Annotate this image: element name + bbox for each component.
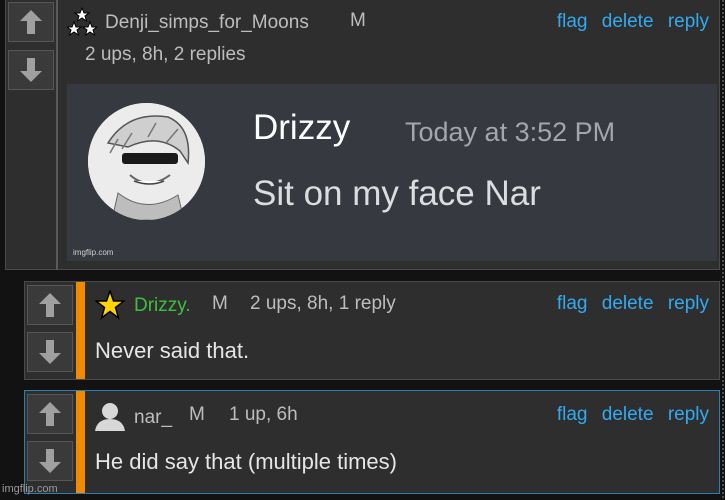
downvote-button[interactable] xyxy=(27,332,73,372)
gender-badge: M xyxy=(350,10,366,31)
scrollbar-track[interactable] xyxy=(722,0,724,500)
embedded-image[interactable]: Drizzy Today at 3:52 PM Sit on my face N… xyxy=(67,84,717,261)
user-silhouette-icon[interactable] xyxy=(93,400,127,432)
footer-watermark: imgflip.com xyxy=(2,483,58,495)
embed-avatar xyxy=(88,103,205,220)
comment-username[interactable]: nar_ xyxy=(134,407,172,429)
reply-link[interactable]: reply xyxy=(668,404,709,425)
comment-actions: flag delete reply xyxy=(548,293,709,315)
comment-actions: flag delete reply xyxy=(548,404,709,426)
arrow-up-icon xyxy=(39,402,61,426)
embed-username: Drizzy xyxy=(253,108,351,147)
reply-indent-bar xyxy=(76,282,85,379)
delete-link[interactable]: delete xyxy=(602,293,654,314)
user-bar xyxy=(56,0,58,270)
comment-meta: 2 ups, 8h, 1 reply xyxy=(250,293,396,314)
arrow-up-icon xyxy=(20,10,42,34)
comment-2: Drizzy. M 2 ups, 8h, 1 reply flag delete… xyxy=(24,281,720,380)
arrow-up-icon xyxy=(39,293,61,317)
gender-badge: M xyxy=(212,293,228,314)
comment-3: nar_ M 1 up, 6h flag delete reply He did… xyxy=(24,390,720,494)
comment-actions: flag delete reply xyxy=(548,11,709,33)
reply-indent-bar xyxy=(76,391,85,493)
comment-text: Never said that. xyxy=(95,338,250,363)
comment-username[interactable]: Denji_simps_for_Moons xyxy=(105,12,309,34)
comment-username[interactable]: Drizzy. xyxy=(134,295,191,317)
comment-meta: 2 ups, 8h, 2 replies xyxy=(85,44,246,65)
anime-avatar-icon xyxy=(88,103,205,220)
flag-link[interactable]: flag xyxy=(557,404,588,425)
gold-star-icon[interactable] xyxy=(95,290,125,320)
gender-badge: M xyxy=(189,404,205,425)
delete-link[interactable]: delete xyxy=(602,404,654,425)
comment-text: He did say that (multiple times) xyxy=(95,449,397,474)
arrow-down-icon xyxy=(39,449,61,473)
reply-link[interactable]: reply xyxy=(668,293,709,314)
embed-timestamp: Today at 3:52 PM xyxy=(405,117,616,147)
vote-column xyxy=(6,0,56,100)
arrow-down-icon xyxy=(39,340,61,364)
embed-watermark: imgflip.com xyxy=(73,248,114,257)
comment-meta: 1 up, 6h xyxy=(229,404,298,425)
comment-1: Denji_simps_for_Moons M 2 ups, 8h, 2 rep… xyxy=(5,0,720,270)
flag-link[interactable]: flag xyxy=(557,11,588,32)
embed-message: Sit on my face Nar xyxy=(253,174,541,213)
downvote-button[interactable] xyxy=(8,50,54,90)
arrow-down-icon xyxy=(20,58,42,82)
delete-link[interactable]: delete xyxy=(602,11,654,32)
reply-link[interactable]: reply xyxy=(668,11,709,32)
three-stars-icon[interactable] xyxy=(67,7,97,39)
flag-link[interactable]: flag xyxy=(557,293,588,314)
upvote-button[interactable] xyxy=(8,2,54,42)
upvote-button[interactable] xyxy=(27,285,73,325)
downvote-button[interactable] xyxy=(27,441,73,481)
upvote-button[interactable] xyxy=(27,394,73,434)
